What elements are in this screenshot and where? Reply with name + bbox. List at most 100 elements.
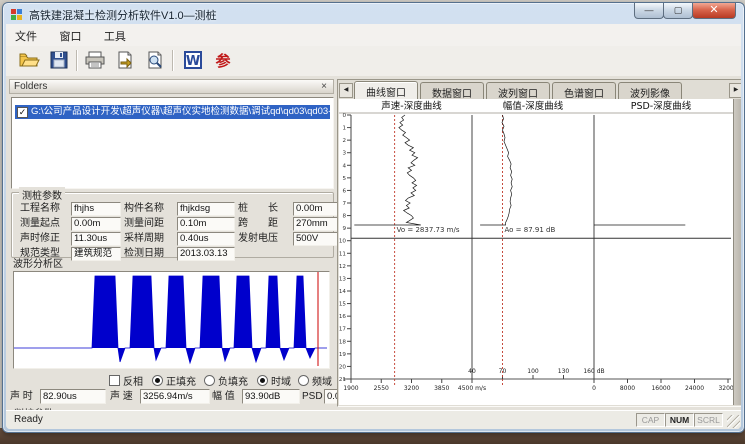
- svg-text:2550: 2550: [374, 385, 389, 392]
- toolbar: W 参: [6, 46, 741, 77]
- tree-item-label: G:\公司产品设计开发\超声仪器\超声仪实地检测数据\调试qd\qd03\qd0…: [31, 106, 330, 117]
- pile-params-grid: 工程名称 fhjhs 构件名称 fhjkdsg 桩 长 0.00m 测量起点 0…: [20, 202, 329, 262]
- save-floppy-icon: [49, 50, 69, 70]
- svg-text:12: 12: [339, 264, 346, 270]
- print-preview-icon: [145, 50, 165, 70]
- svg-text:19: 19: [339, 352, 346, 358]
- params-button[interactable]: 参: [210, 49, 236, 75]
- tab-spectrum-window[interactable]: 色谱窗口: [552, 82, 616, 99]
- minimize-button[interactable]: —: [634, 3, 664, 19]
- svg-text:0: 0: [342, 113, 346, 119]
- param-label: 跨 距: [238, 217, 290, 232]
- toolbar-separator: [172, 50, 174, 71]
- radio-off-icon[interactable]: [298, 375, 309, 386]
- svg-text:21: 21: [339, 377, 346, 383]
- svg-text:130: 130: [558, 368, 570, 375]
- svg-text:PSD-深度曲线: PSD-深度曲线: [631, 100, 692, 112]
- radio-on-icon[interactable]: [152, 375, 163, 386]
- param-label: 测量起点: [20, 217, 68, 232]
- checkbox-checked-icon[interactable]: ✓: [17, 107, 28, 118]
- open-button[interactable]: [16, 49, 42, 75]
- waveform-box[interactable]: [13, 271, 330, 369]
- param-field[interactable]: 建筑规范: [71, 247, 121, 261]
- titlebar[interactable]: 高铁建混凝土检测分析软件V1.0—测桩 — ▢ ✕: [3, 3, 744, 24]
- menu-item-tools[interactable]: 工具: [95, 24, 135, 44]
- word-button[interactable]: W: [180, 49, 206, 75]
- status-ready-text: Ready: [14, 414, 43, 425]
- menu-item-file[interactable]: 文件: [6, 24, 46, 44]
- tab-curve-window[interactable]: 曲线窗口: [354, 81, 418, 100]
- maximize-button[interactable]: ▢: [663, 3, 693, 19]
- param-field[interactable]: 0.10m: [177, 217, 235, 231]
- svg-text:5: 5: [342, 176, 346, 182]
- charts-panel: ◀ 曲线窗口 数据窗口 波列窗口 色谱窗口 波列影像 ▶ 01234567891…: [337, 79, 741, 407]
- tree-item-selected[interactable]: ✓G:\公司产品设计开发\超声仪器\超声仪实地检测数据\调试qd\qd03\qd…: [15, 105, 330, 119]
- client-area: Folders × ✓G:\公司产品设计开发\超声仪器\超声仪实地检测数据\调试…: [6, 76, 741, 411]
- svg-text:24000: 24000: [685, 385, 704, 392]
- checkbox-icon[interactable]: [109, 375, 120, 386]
- menu-item-window[interactable]: 窗口: [50, 24, 90, 44]
- folders-listbox[interactable]: ✓G:\公司产品设计开发\超声仪器\超声仪实地检测数据\调试qd\qd03\qd…: [11, 97, 334, 189]
- window-content: 文件 窗口 工具: [6, 24, 741, 429]
- radio-off-icon[interactable]: [204, 375, 215, 386]
- param-label: 声时修正: [20, 232, 68, 247]
- param-field[interactable]: fhjhs: [71, 202, 121, 216]
- invert-checkbox[interactable]: 反相: [109, 375, 143, 389]
- svg-text:8: 8: [342, 214, 346, 220]
- charts-svg: 0123456789101112131415161718192021声速-深度曲…: [339, 99, 733, 404]
- status-cap-indicator: CAP: [636, 413, 665, 427]
- app-icon: [11, 7, 25, 21]
- folders-pane-header[interactable]: Folders ×: [9, 79, 334, 94]
- param-field[interactable]: 0.00m: [71, 217, 121, 231]
- time-domain-radio[interactable]: 时域: [257, 375, 291, 389]
- tab-scroll-left-icon[interactable]: ◀: [339, 83, 353, 98]
- fill-positive-radio[interactable]: 正填充: [152, 375, 196, 389]
- svg-text:16: 16: [339, 314, 346, 320]
- tab-scroll-right-icon[interactable]: ▶: [729, 83, 741, 98]
- export-button[interactable]: [112, 49, 138, 75]
- waveform-section-label: 波形分析区: [13, 259, 63, 271]
- radio-on-icon[interactable]: [257, 375, 268, 386]
- tab-data-window[interactable]: 数据窗口: [420, 82, 484, 99]
- svg-text:160 dB: 160 dB: [583, 368, 604, 375]
- close-pane-icon[interactable]: ×: [318, 80, 330, 94]
- svg-text:18: 18: [339, 339, 346, 345]
- app-window: 高铁建混凝土检测分析软件V1.0—测桩 — ▢ ✕ 文件 窗口 工具: [2, 2, 745, 433]
- tab-wavelist-window[interactable]: 波列窗口: [486, 82, 550, 99]
- sound-speed-field[interactable]: 3256.94m/s: [140, 389, 210, 404]
- amplitude-field[interactable]: 93.90dB: [242, 389, 300, 404]
- freq-domain-radio[interactable]: 频域: [298, 375, 332, 389]
- fill-negative-radio[interactable]: 负填充: [204, 375, 248, 389]
- save-button[interactable]: [46, 49, 72, 75]
- svg-text:8000: 8000: [620, 385, 635, 392]
- preview-button[interactable]: [142, 49, 168, 75]
- open-folder-icon: [18, 50, 40, 70]
- menubar: 文件 窗口 工具: [6, 24, 741, 47]
- close-button[interactable]: ✕: [692, 3, 736, 19]
- svg-text:100: 100: [527, 368, 539, 375]
- svg-text:3850: 3850: [434, 385, 449, 392]
- svg-text:6: 6: [342, 188, 346, 194]
- param-field[interactable]: 0.40us: [177, 232, 235, 246]
- print-button[interactable]: [82, 49, 108, 75]
- sound-time-field[interactable]: 82.90us: [40, 389, 106, 404]
- param-field[interactable]: 2013.03.13: [177, 247, 235, 261]
- tab-waveimage-window[interactable]: 波列影像: [618, 82, 682, 99]
- invert-label: 反相: [123, 377, 143, 388]
- resize-grip[interactable]: [727, 415, 740, 428]
- svg-text:32000: 32000: [718, 385, 733, 392]
- vertical-scrollbar[interactable]: [733, 99, 741, 405]
- fill-positive-label: 正填充: [166, 377, 196, 388]
- svg-text:14: 14: [339, 289, 346, 295]
- printer-icon: [84, 50, 106, 70]
- fill-negative-label: 负填充: [218, 377, 248, 388]
- svg-text:Ao = 87.91 dB: Ao = 87.91 dB: [505, 226, 556, 234]
- param-field[interactable]: fhjkdsg: [177, 202, 235, 216]
- svg-text:7: 7: [342, 201, 346, 207]
- sound-speed-label: 声 速: [110, 391, 133, 403]
- svg-text:3: 3: [342, 151, 346, 157]
- freq-domain-label: 频域: [312, 377, 332, 388]
- pile-params-groupbox: 测桩参数 工程名称 fhjhs 构件名称 fhjkdsg 桩 长 0.00m 测…: [11, 192, 334, 258]
- param-field[interactable]: 11.30us: [71, 232, 121, 246]
- tabs: 曲线窗口 数据窗口 波列窗口 色谱窗口 波列影像: [354, 82, 684, 100]
